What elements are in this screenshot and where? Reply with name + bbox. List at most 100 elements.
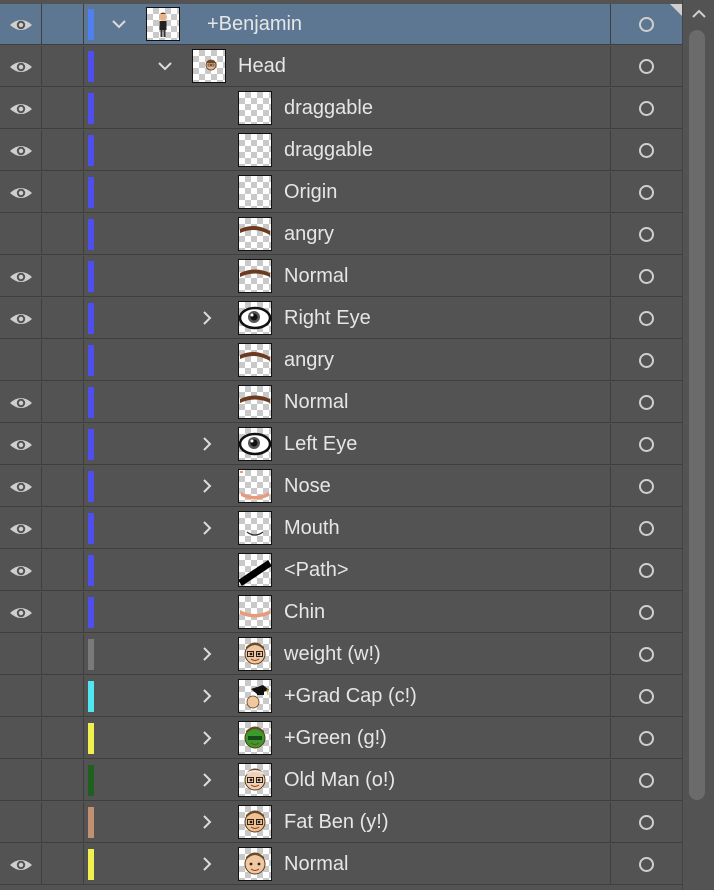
target-toggle[interactable] [610, 760, 682, 801]
target-toggle[interactable] [610, 46, 682, 87]
lock-toggle[interactable] [42, 4, 84, 45]
layer-row[interactable]: Normal [0, 844, 682, 885]
target-toggle[interactable] [610, 718, 682, 759]
lock-toggle[interactable] [42, 760, 84, 801]
target-toggle[interactable] [610, 508, 682, 549]
lock-toggle[interactable] [42, 46, 84, 87]
lock-toggle[interactable] [42, 592, 84, 633]
lock-toggle[interactable] [42, 550, 84, 591]
target-toggle[interactable] [610, 550, 682, 591]
layer-name[interactable]: Old Man (o!) [284, 760, 395, 801]
layer-row[interactable]: Head [0, 46, 682, 87]
target-toggle[interactable] [610, 466, 682, 507]
target-toggle[interactable] [610, 634, 682, 675]
lock-toggle[interactable] [42, 466, 84, 507]
layer-name[interactable]: <Path> [284, 550, 349, 591]
layer-row[interactable]: +Green (g!) [0, 718, 682, 759]
layer-name[interactable]: Normal [284, 844, 348, 885]
layer-row[interactable]: angry [0, 340, 682, 381]
layer-row[interactable]: +Benjamin [0, 4, 682, 45]
layer-name[interactable]: angry [284, 214, 334, 255]
chevron-right-icon[interactable] [196, 433, 218, 455]
layer-row[interactable]: Origin [0, 172, 682, 213]
layer-name[interactable]: Nose [284, 466, 331, 507]
visibility-toggle[interactable] [0, 676, 42, 717]
chevron-down-icon[interactable] [154, 55, 176, 77]
target-toggle[interactable] [610, 592, 682, 633]
chevron-right-icon[interactable] [196, 475, 218, 497]
layer-name[interactable]: draggable [284, 88, 373, 129]
vertical-scrollbar[interactable] [682, 0, 714, 890]
lock-toggle[interactable] [42, 130, 84, 171]
layer-row[interactable]: Left Eye [0, 424, 682, 465]
visibility-toggle[interactable] [0, 424, 42, 465]
layer-row[interactable]: <Path> [0, 550, 682, 591]
visibility-toggle[interactable] [0, 46, 42, 87]
lock-toggle[interactable] [42, 844, 84, 885]
visibility-toggle[interactable] [0, 844, 42, 885]
layer-name[interactable]: +Grad Cap (c!) [284, 676, 417, 717]
visibility-toggle[interactable] [0, 340, 42, 381]
layer-name[interactable]: Head [238, 46, 286, 87]
layer-row[interactable]: angry [0, 214, 682, 255]
layer-name[interactable]: angry [284, 340, 334, 381]
visibility-toggle[interactable] [0, 382, 42, 423]
target-toggle[interactable] [610, 214, 682, 255]
layer-row[interactable]: Right Eye [0, 298, 682, 339]
layer-name[interactable]: weight (w!) [284, 634, 381, 675]
layer-row[interactable]: draggable [0, 88, 682, 129]
lock-toggle[interactable] [42, 298, 84, 339]
target-toggle[interactable] [610, 424, 682, 465]
target-toggle[interactable] [610, 382, 682, 423]
visibility-toggle[interactable] [0, 592, 42, 633]
layer-name[interactable]: Mouth [284, 508, 340, 549]
visibility-toggle[interactable] [0, 718, 42, 759]
target-toggle[interactable] [610, 676, 682, 717]
layer-row[interactable]: draggable [0, 130, 682, 171]
visibility-toggle[interactable] [0, 256, 42, 297]
layer-name[interactable]: Left Eye [284, 424, 357, 465]
layer-row[interactable]: Fat Ben (y!) [0, 802, 682, 843]
layer-row[interactable]: Mouth [0, 508, 682, 549]
target-toggle[interactable] [610, 172, 682, 213]
target-toggle[interactable] [610, 802, 682, 843]
layer-row[interactable]: Chin [0, 592, 682, 633]
chevron-right-icon[interactable] [196, 307, 218, 329]
layer-row[interactable]: Nose [0, 466, 682, 507]
scroll-thumb[interactable] [689, 30, 705, 800]
lock-toggle[interactable] [42, 382, 84, 423]
chevron-right-icon[interactable] [196, 811, 218, 833]
chevron-down-icon[interactable] [108, 13, 130, 35]
layer-name[interactable]: Right Eye [284, 298, 371, 339]
lock-toggle[interactable] [42, 340, 84, 381]
lock-toggle[interactable] [42, 424, 84, 465]
target-toggle[interactable] [610, 340, 682, 381]
chevron-right-icon[interactable] [196, 727, 218, 749]
target-toggle[interactable] [610, 88, 682, 129]
visibility-toggle[interactable] [0, 508, 42, 549]
target-toggle[interactable] [610, 130, 682, 171]
visibility-toggle[interactable] [0, 298, 42, 339]
lock-toggle[interactable] [42, 214, 84, 255]
lock-toggle[interactable] [42, 172, 84, 213]
chevron-right-icon[interactable] [196, 769, 218, 791]
visibility-toggle[interactable] [0, 214, 42, 255]
visibility-toggle[interactable] [0, 550, 42, 591]
visibility-toggle[interactable] [0, 130, 42, 171]
layer-name[interactable]: Origin [284, 172, 337, 213]
visibility-toggle[interactable] [0, 466, 42, 507]
visibility-toggle[interactable] [0, 802, 42, 843]
layer-row[interactable]: weight (w!) [0, 634, 682, 675]
target-toggle[interactable] [610, 844, 682, 885]
layer-row[interactable]: Normal [0, 256, 682, 297]
chevron-right-icon[interactable] [196, 643, 218, 665]
visibility-toggle[interactable] [0, 88, 42, 129]
chevron-right-icon[interactable] [196, 685, 218, 707]
chevron-right-icon[interactable] [196, 517, 218, 539]
scroll-up-icon[interactable] [687, 2, 711, 26]
lock-toggle[interactable] [42, 634, 84, 675]
lock-toggle[interactable] [42, 256, 84, 297]
lock-toggle[interactable] [42, 718, 84, 759]
layer-name[interactable]: Normal [284, 256, 348, 297]
lock-toggle[interactable] [42, 88, 84, 129]
